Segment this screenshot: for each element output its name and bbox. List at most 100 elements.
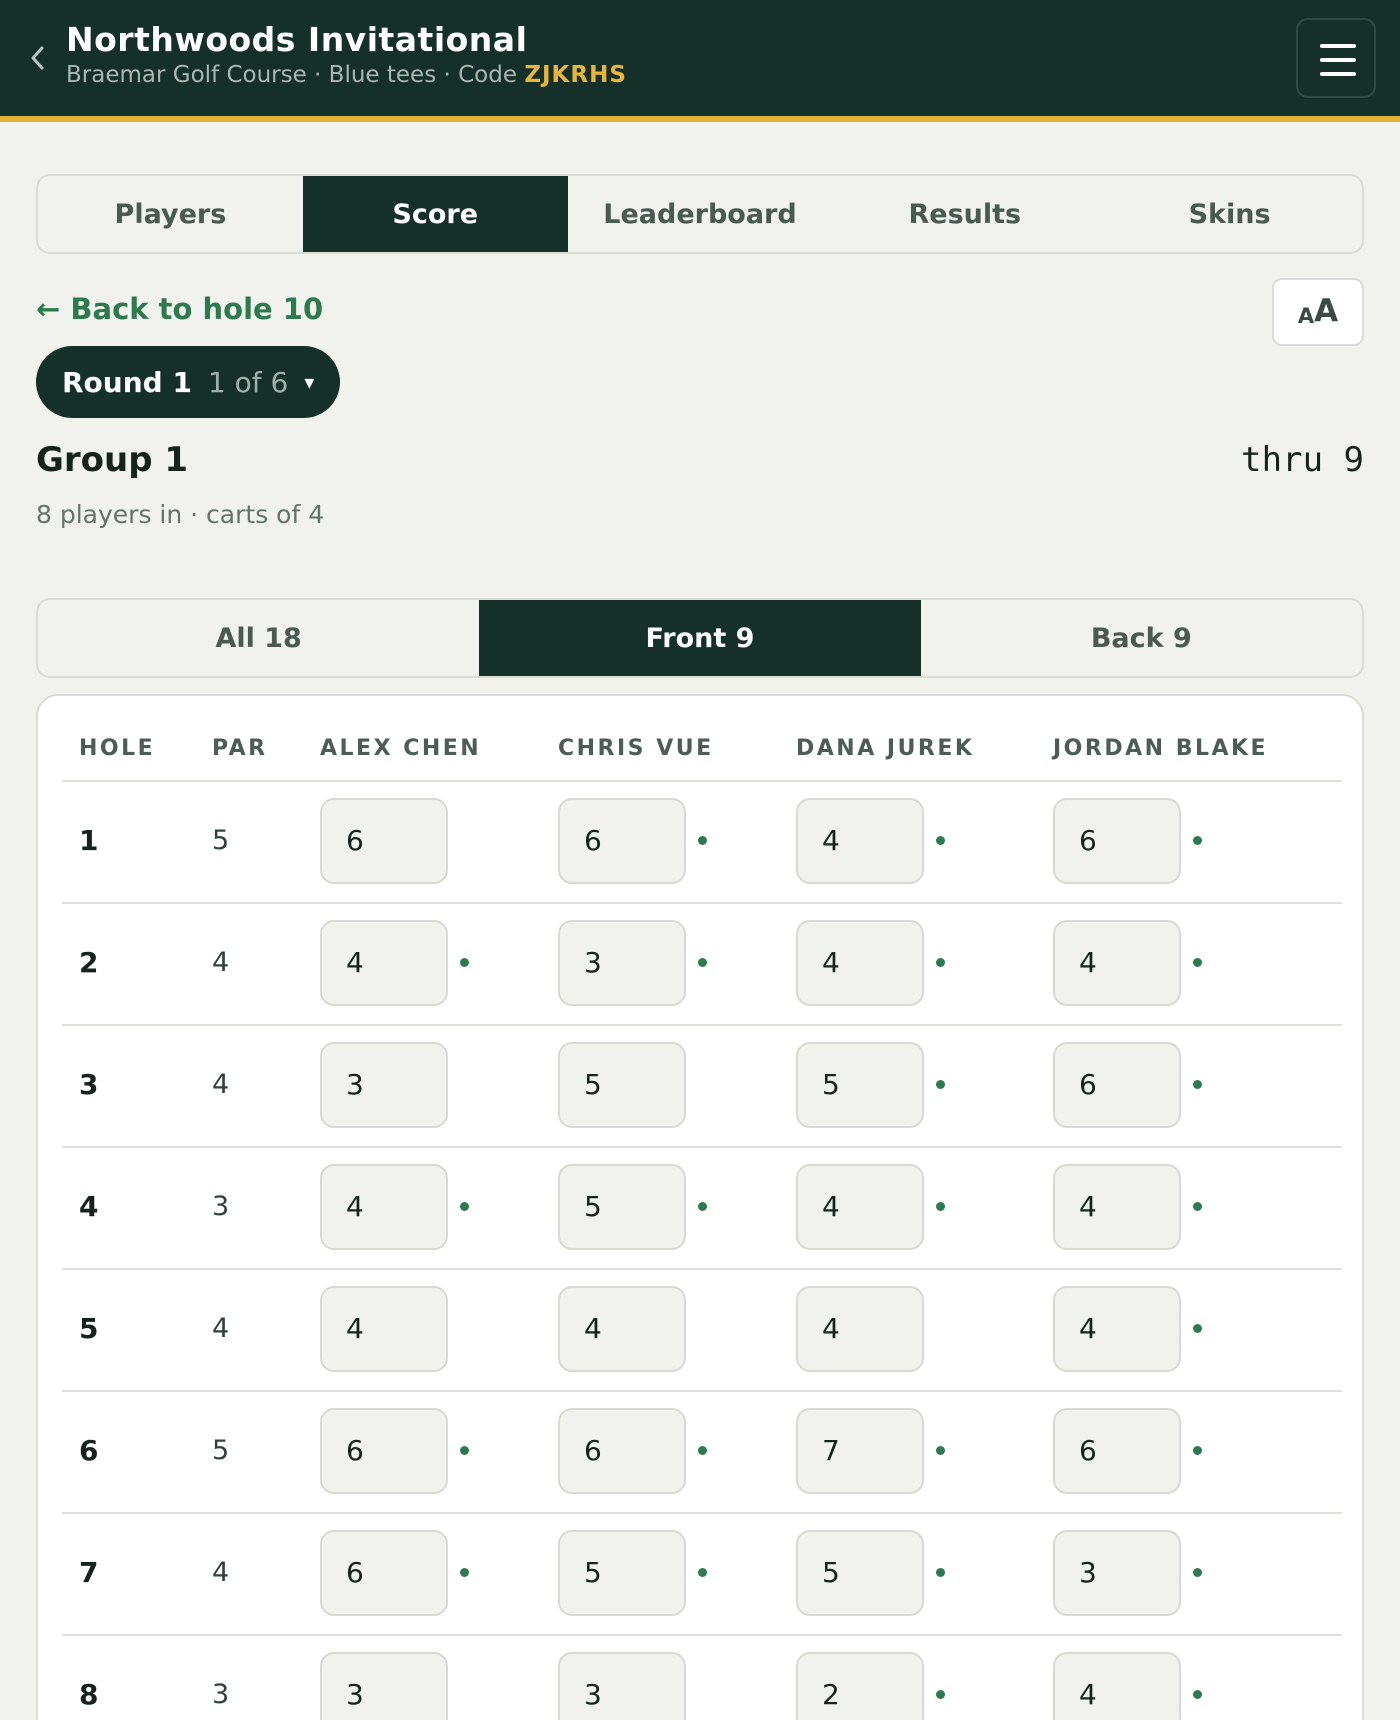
- score-input[interactable]: 4: [1053, 1652, 1181, 1720]
- hole-par: 3: [212, 1679, 230, 1710]
- round-label: Round 1: [62, 365, 192, 399]
- synced-dot-icon: [698, 1568, 707, 1577]
- score-input[interactable]: 4: [796, 920, 924, 1006]
- round-selector[interactable]: Round 1 1 of 6 ▾: [36, 346, 341, 418]
- score-input[interactable]: 4: [796, 798, 924, 884]
- score-input[interactable]: 6: [558, 1408, 686, 1494]
- score-input[interactable]: 3: [320, 1652, 448, 1720]
- course-info: Braemar Golf Course · Blue tees · Code: [66, 62, 525, 88]
- score-input[interactable]: 5: [796, 1042, 924, 1128]
- menu-button[interactable]: [1296, 18, 1376, 98]
- score-input[interactable]: 4: [1053, 1286, 1181, 1372]
- synced-dot-icon: [698, 958, 707, 967]
- thru-status: thru 9: [1241, 440, 1364, 480]
- score-input[interactable]: 4: [320, 1164, 448, 1250]
- synced-dot-icon: [936, 1202, 945, 1211]
- score-input[interactable]: 4: [796, 1164, 924, 1250]
- synced-dot-icon: [1193, 1690, 1202, 1699]
- score-input[interactable]: 4: [320, 920, 448, 1006]
- table-row: 7 4 6 5 5 3: [62, 1514, 1342, 1636]
- score-input[interactable]: 5: [558, 1164, 686, 1250]
- table-row: 6 5 6 6 7 6: [62, 1392, 1342, 1514]
- hole-par: 5: [212, 825, 230, 856]
- column-header-player: DANA JUREK: [796, 736, 975, 761]
- synced-dot-icon: [1193, 836, 1202, 845]
- synced-dot-icon: [936, 958, 945, 967]
- hamburger-menu-icon-bar: [1320, 58, 1356, 62]
- app-header: Northwoods Invitational Braemar Golf Cou…: [0, 0, 1400, 122]
- score-input[interactable]: 7: [796, 1408, 924, 1494]
- table-row: 8 3 3 3 2 4: [62, 1636, 1342, 1720]
- score-input[interactable]: 3: [1053, 1530, 1181, 1616]
- score-input[interactable]: 2: [796, 1652, 924, 1720]
- table-row: 3 4 3 5 5 6: [62, 1026, 1342, 1148]
- synced-dot-icon: [1193, 1446, 1202, 1455]
- score-input[interactable]: 5: [796, 1530, 924, 1616]
- segment-all-18[interactable]: All 18: [38, 600, 479, 676]
- score-input[interactable]: 5: [558, 1530, 686, 1616]
- hamburger-menu-icon-bar: [1320, 72, 1356, 76]
- tournament-title: Northwoods Invitational: [66, 20, 528, 59]
- score-input[interactable]: 3: [558, 920, 686, 1006]
- score-input[interactable]: 4: [1053, 1164, 1181, 1250]
- synced-dot-icon: [936, 1568, 945, 1577]
- tab-results[interactable]: Results: [832, 176, 1097, 252]
- tab-players[interactable]: Players: [38, 176, 303, 252]
- table-row: 4 3 4 5 4 4: [62, 1148, 1342, 1270]
- synced-dot-icon: [460, 1202, 469, 1211]
- score-input[interactable]: 4: [558, 1286, 686, 1372]
- score-input[interactable]: 6: [1053, 1042, 1181, 1128]
- score-input[interactable]: 5: [558, 1042, 686, 1128]
- tournament-subtitle: Braemar Golf Course · Blue tees · Code Z…: [66, 62, 627, 88]
- back-to-hole-link[interactable]: ← Back to hole 10: [36, 292, 323, 326]
- font-size-button[interactable]: AA: [1272, 278, 1364, 346]
- score-input[interactable]: 6: [1053, 798, 1181, 884]
- score-input[interactable]: 6: [1053, 1408, 1181, 1494]
- synced-dot-icon: [460, 1568, 469, 1577]
- chevron-left-icon[interactable]: [22, 38, 54, 78]
- font-size-small-glyph: A: [1297, 304, 1315, 328]
- score-input[interactable]: 3: [558, 1652, 686, 1720]
- group-subtitle: 8 players in · carts of 4: [36, 500, 325, 529]
- tab-leaderboard[interactable]: Leaderboard: [568, 176, 833, 252]
- synced-dot-icon: [936, 1690, 945, 1699]
- segment-front-9[interactable]: Front 9: [479, 600, 921, 676]
- hole-number: 8: [79, 1678, 99, 1711]
- segment-back-9[interactable]: Back 9: [921, 600, 1362, 676]
- hole-number: 1: [79, 824, 99, 857]
- table-header: HOLE PAR ALEX CHEN CHRIS VUE DANA JUREK …: [62, 696, 1342, 782]
- score-input[interactable]: 4: [796, 1286, 924, 1372]
- score-input[interactable]: 6: [320, 1530, 448, 1616]
- synced-dot-icon: [698, 836, 707, 845]
- hole-number: 6: [79, 1434, 99, 1467]
- column-header-player: CHRIS VUE: [558, 736, 714, 761]
- synced-dot-icon: [1193, 1568, 1202, 1577]
- group-title: Group 1: [36, 440, 189, 480]
- table-row: 1 5 6 6 4 6: [62, 782, 1342, 904]
- round-position: 1 of 6: [207, 365, 289, 399]
- synced-dot-icon: [1193, 1324, 1202, 1333]
- score-input[interactable]: 4: [320, 1286, 448, 1372]
- main-tabs: Players Score Leaderboard Results Skins: [36, 174, 1364, 254]
- synced-dot-icon: [936, 1080, 945, 1089]
- hole-par: 4: [212, 1313, 230, 1344]
- tab-score[interactable]: Score: [302, 176, 568, 252]
- score-input[interactable]: 3: [320, 1042, 448, 1128]
- column-header-player: ALEX CHEN: [320, 736, 482, 761]
- tab-skins[interactable]: Skins: [1097, 176, 1362, 252]
- synced-dot-icon: [698, 1202, 707, 1211]
- scorecard-table: HOLE PAR ALEX CHEN CHRIS VUE DANA JUREK …: [62, 696, 1342, 1720]
- score-input[interactable]: 6: [558, 798, 686, 884]
- hole-par: 3: [212, 1191, 230, 1222]
- score-input[interactable]: 6: [320, 798, 448, 884]
- synced-dot-icon: [936, 1446, 945, 1455]
- nine-selector: All 18 Front 9 Back 9: [36, 598, 1364, 678]
- hole-par: 5: [212, 1435, 230, 1466]
- column-header-hole: HOLE: [79, 736, 156, 761]
- column-header-player: JORDAN BLAKE: [1053, 736, 1269, 761]
- score-input[interactable]: 4: [1053, 920, 1181, 1006]
- synced-dot-icon: [1193, 1202, 1202, 1211]
- hole-par: 4: [212, 947, 230, 978]
- score-input[interactable]: 6: [320, 1408, 448, 1494]
- table-row: 5 4 4 4 4 4: [62, 1270, 1342, 1392]
